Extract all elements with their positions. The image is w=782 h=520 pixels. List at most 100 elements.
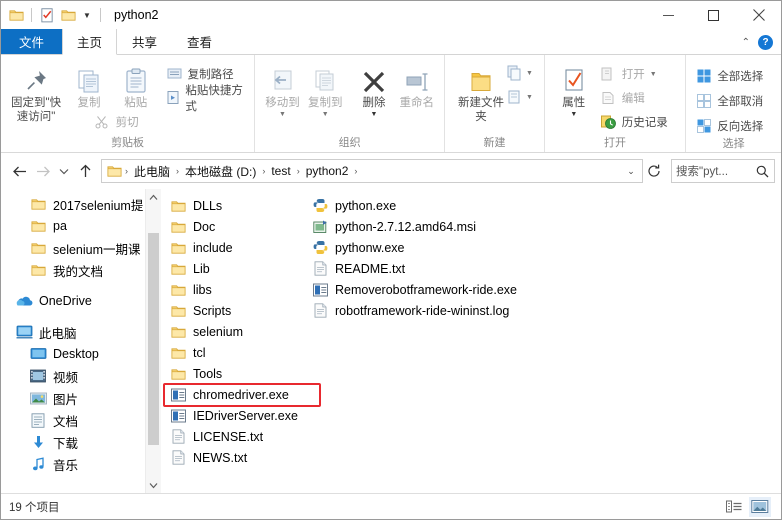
new-item-caret-icon[interactable]: ▼ [526,70,533,77]
sidebar-item-label: 文档 [53,414,79,429]
select-none-button[interactable]: 全部取消 [692,90,766,111]
copy-to-caret-icon[interactable]: ▼ [322,111,329,118]
list-item[interactable]: python.exe [311,195,591,216]
help-icon[interactable]: ? [758,34,773,50]
edit-button[interactable]: 编辑 [597,87,671,108]
sidebar-item-2017selenium[interactable]: 2017selenium提 [1,193,161,215]
file-column-2: python.exe python-2.7.12.amd64.msi pytho… [311,195,591,321]
chevron-up-icon [149,194,158,200]
sidebar-item-my-documents[interactable]: 我的文档 [1,259,161,281]
file-list-pane[interactable]: DLLs Doc include Lib libs Scripts seleni… [161,189,781,493]
breadcrumb-separator-4[interactable]: › [353,166,358,176]
paste-label: 粘贴 [124,97,148,109]
ribbon-tab-strip-right: ⌃ ? [742,29,777,55]
sidebar-item-pa[interactable]: pa [1,215,161,237]
sidebar-item-documents[interactable]: 文档 [1,409,161,431]
tab-home[interactable]: 主页 [62,29,118,55]
scroll-down-button[interactable] [146,477,161,493]
sidebar-item-this-pc[interactable]: 此电脑 [1,321,161,343]
search-input[interactable]: 搜索"pyt... [676,163,754,179]
properties-caret-icon[interactable]: ▼ [570,111,577,118]
pin-to-quick-access-button[interactable]: 固定到"快速访问" [7,59,65,124]
breadcrumb-bar[interactable]: › 此电脑 › 本地磁盘 (D:) › test › python2 › ⌄ [101,159,643,183]
forward-button[interactable] [31,159,55,183]
collapse-ribbon-icon[interactable]: ⌃ [742,37,750,48]
folder-icon [169,323,187,341]
properties-button[interactable]: 属性 ▼ [551,59,597,118]
invert-selection-button[interactable]: 反向选择 [692,115,766,136]
search-box[interactable]: 搜索"pyt... [671,159,775,183]
new-item-button[interactable]: ▼ [506,65,533,81]
minimize-button[interactable] [646,1,691,29]
history-button[interactable]: 历史记录 [597,111,671,132]
up-button[interactable] [73,159,97,183]
tab-share[interactable]: 共享 [117,29,172,54]
list-item[interactable]: IEDriverServer.exe [169,405,339,426]
list-item[interactable]: robotframework-ride-wininst.log [311,300,591,321]
paste-shortcut-button[interactable]: 粘贴快捷方式 [163,85,249,113]
refresh-button[interactable] [643,164,665,178]
tab-view[interactable]: 查看 [172,29,227,54]
new-folder-button[interactable]: 新建文件夹 [456,59,506,124]
easy-access-button[interactable]: ▼ [506,89,533,105]
delete-caret-icon[interactable]: ▼ [371,111,378,118]
delete-button[interactable]: 删除 ▼ [353,59,396,118]
rename-label: 重命名 [399,97,435,109]
sidebar-item-selenium-course[interactable]: selenium一期课 [1,237,161,259]
sidebar-item-onedrive[interactable]: OneDrive [1,290,161,312]
breadcrumb-test[interactable]: test [266,164,295,178]
list-item[interactable]: LICENSE.txt [169,426,339,447]
new-folder-icon[interactable] [59,6,77,24]
ribbon-group-clipboard: 固定到"快速访问" 复制 粘贴 复制路径 粘贴快捷方式 剪切 剪贴板 [1,55,256,152]
breadcrumb-this-pc[interactable]: 此电脑 [129,163,175,180]
list-item[interactable]: NEWS.txt [169,447,339,468]
list-item[interactable]: README.txt [311,258,591,279]
recent-locations-button[interactable] [55,159,73,183]
list-item-chromedriver[interactable]: chromedriver.exe [169,384,339,405]
paste-button[interactable]: 粘贴 [113,59,159,110]
folder-icon[interactable] [7,6,25,24]
breadcrumb-python2[interactable]: python2 [301,164,354,178]
sidebar-item-videos[interactable]: 视频 [1,365,161,387]
folder-icon [169,239,187,257]
breadcrumb-local-disk[interactable]: 本地磁盘 (D:) [180,163,261,180]
close-button[interactable] [736,1,781,29]
move-to-caret-icon[interactable]: ▼ [279,111,286,118]
navigation-pane-scrollbar[interactable] [145,189,161,493]
list-item[interactable]: selenium [169,321,339,342]
back-button[interactable] [7,159,31,183]
list-item[interactable]: Tools [169,363,339,384]
details-view-button[interactable] [723,497,745,517]
copy-button[interactable]: 复制 [65,59,113,110]
list-item[interactable]: tcl [169,342,339,363]
delete-label: 删除 [362,97,386,109]
sidebar-item-music[interactable]: 音乐 [1,453,161,475]
list-item[interactable]: Removerobotframework-ride.exe [311,279,591,300]
easy-access-caret-icon[interactable]: ▼ [526,94,533,101]
sidebar-item-pictures[interactable]: 图片 [1,387,161,409]
scrollbar-thumb[interactable] [148,233,159,445]
cut-button[interactable]: 剪切 [91,111,249,132]
select-all-button[interactable]: 全部选择 [692,65,766,86]
large-icons-view-button[interactable] [749,496,771,517]
copy-to-button[interactable]: 复制到 ▼ [304,59,347,118]
properties-icon[interactable] [38,6,56,24]
ribbon: 固定到"快速访问" 复制 粘贴 复制路径 粘贴快捷方式 剪切 剪贴板 移动到 ▼… [1,55,781,153]
tab-file[interactable]: 文件 [1,29,63,54]
breadcrumb-dropdown-icon[interactable]: ⌄ [622,166,640,177]
sidebar-item-downloads[interactable]: 下载 [1,431,161,453]
folder-icon [169,344,187,362]
python-exe-icon [311,239,329,257]
list-item[interactable]: pythonw.exe [311,237,591,258]
move-to-button[interactable]: 移动到 ▼ [261,59,304,118]
search-icon[interactable] [754,165,770,178]
ribbon-group-open: 属性 ▼ 打开 ▼ 编辑 历史记录 打开 [545,55,687,152]
open-caret-icon[interactable]: ▼ [650,71,657,78]
rename-button[interactable]: 重命名 [395,59,438,110]
sidebar-item-desktop[interactable]: Desktop [1,343,161,365]
open-button[interactable]: 打开 ▼ [597,63,671,84]
quick-access-dropdown-icon[interactable]: ▼ [80,6,94,24]
maximize-button[interactable] [691,1,736,29]
scroll-up-button[interactable] [146,189,161,205]
list-item[interactable]: python-2.7.12.amd64.msi [311,216,591,237]
